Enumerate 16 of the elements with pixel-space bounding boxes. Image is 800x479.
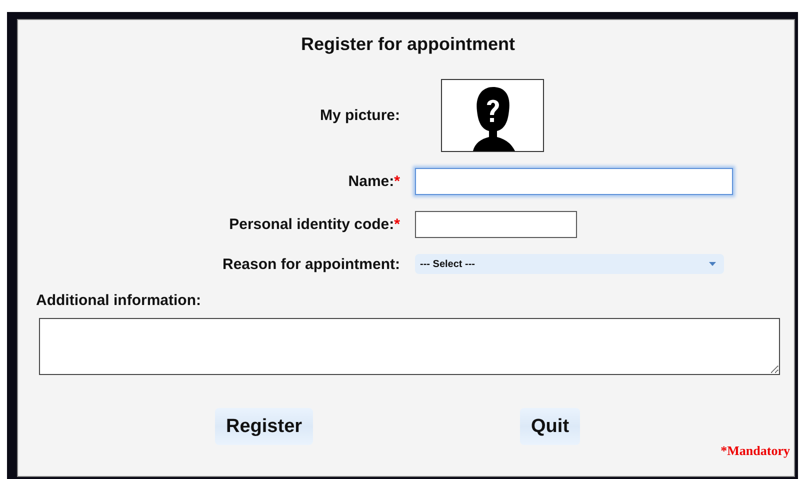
- reason-dropdown[interactable]: --- Select ---: [415, 254, 724, 274]
- field-label: Additional information:: [36, 292, 202, 309]
- text-field[interactable]: [415, 211, 577, 238]
- required-mark: *: [394, 216, 400, 233]
- quit-button[interactable]: Quit: [520, 408, 580, 445]
- field-label: Name:*: [348, 173, 400, 190]
- text-field[interactable]: [415, 168, 733, 195]
- additional-info-field[interactable]: [39, 318, 780, 375]
- field-label: My picture:: [320, 107, 400, 124]
- form-title: Register for appointment: [300, 34, 516, 55]
- register-button[interactable]: Register: [215, 408, 314, 445]
- field-label: Personal identity code:*: [229, 216, 400, 233]
- field-label: Reason for appointment:: [222, 256, 400, 272]
- mandatory-note: *Mandatory: [720, 443, 790, 459]
- required-mark: *: [394, 173, 400, 190]
- dropdown-caret-icon: [709, 262, 716, 266]
